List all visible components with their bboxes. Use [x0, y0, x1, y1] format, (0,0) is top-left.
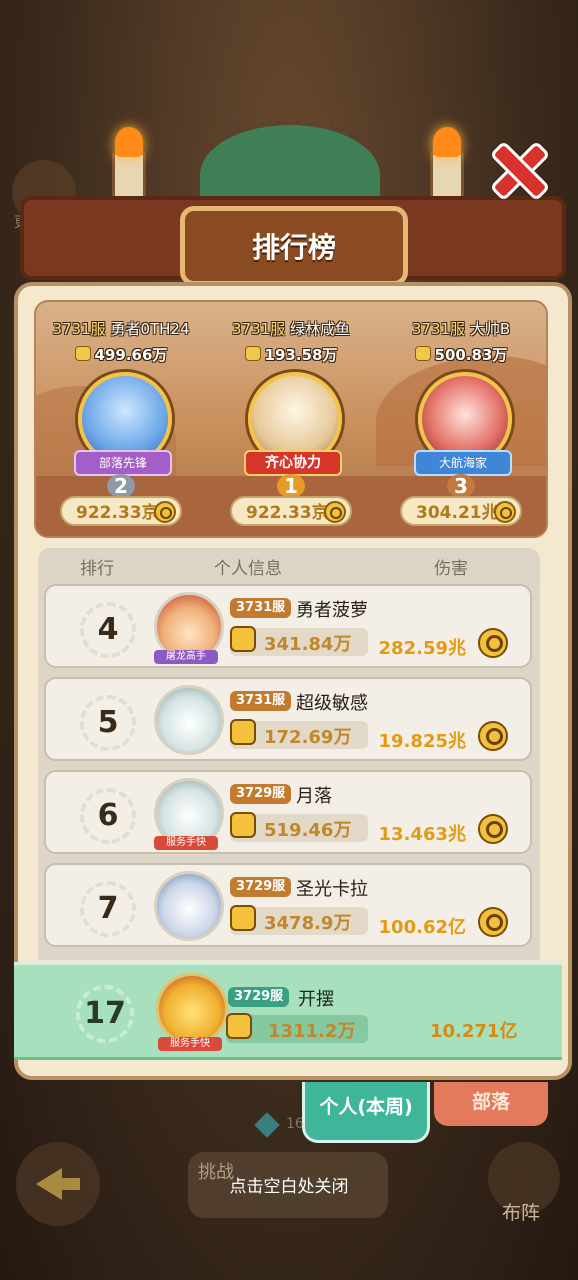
damage-value: 282.59兆 — [378, 638, 466, 659]
list-item[interactable]: 4 屠龙高手 3731服 勇者菠萝 341.84万 282.59兆 — [44, 584, 532, 668]
list-item[interactable]: 7 3729服 圣光卡拉 3478.9万 100.62亿 — [44, 863, 532, 947]
power-value: 172.69万 — [264, 727, 352, 748]
server-badge: 3729服 — [228, 987, 290, 1007]
player-name: 大帅B — [469, 320, 511, 338]
fist-icon — [74, 346, 91, 361]
formation-label: 布阵 — [502, 1202, 541, 1224]
close-icon[interactable] — [490, 142, 542, 194]
server-badge: 3731服 — [230, 598, 292, 618]
server-label: 3731服 — [52, 320, 106, 338]
rank-number: 7 — [80, 881, 136, 937]
page-title: 排行榜 — [251, 231, 336, 264]
my-rank-row[interactable]: 17 服务手快 3729服 开摆 1311.2万 10.271亿 — [14, 962, 562, 1060]
info-column-header: 个人信息 — [214, 559, 282, 579]
tab-tribe[interactable]: 部落 — [434, 1082, 548, 1126]
server-label: 3731服 — [411, 320, 466, 338]
magnifier-icon[interactable] — [494, 501, 516, 523]
server-label: 3731服 — [232, 320, 286, 338]
power-value: 341.84万 — [264, 634, 352, 655]
power-box: 341.84万 — [230, 626, 368, 656]
top-rank-3[interactable]: 3731服 大帅B 500.83万 大航海家 3 304.21兆 — [376, 302, 546, 536]
title-tag: 服务手快 — [154, 836, 218, 850]
power-value: 3478.9万 — [264, 913, 352, 934]
power-box: 3478.9万 — [230, 905, 368, 935]
damage-value: 10.271亿 — [430, 1021, 518, 1042]
header-plaque: 排行榜 — [180, 206, 408, 286]
title-tag: 服务手快 — [158, 1037, 222, 1051]
power-value: 519.46万 — [264, 820, 352, 841]
title-tag: 部落先锋 — [74, 450, 172, 476]
ranking-list[interactable]: 4 屠龙高手 3731服 勇者菠萝 341.84万 282.59兆 5 3731… — [38, 580, 540, 960]
magnifier-icon[interactable] — [154, 501, 176, 523]
fist-icon — [414, 346, 431, 361]
list-item[interactable]: 5 3731服 超级敏感 172.69万 19.825兆 — [44, 677, 532, 761]
damage-pill[interactable]: 922.33京 — [60, 496, 182, 526]
title-tag: 大航海家 — [414, 450, 512, 476]
damage-pill[interactable]: 304.21兆 — [400, 496, 522, 526]
player-name: 开摆 — [298, 989, 334, 1010]
tab-personal-weekly[interactable]: 个人(本周) — [302, 1082, 430, 1143]
fist-icon — [230, 905, 256, 931]
magnifier-icon[interactable] — [478, 814, 508, 844]
power-value: 499.66万 — [94, 346, 168, 364]
rank-badge: 3 — [447, 474, 475, 498]
player-name: 圣光卡拉 — [296, 879, 368, 900]
damage-pill[interactable]: 922.33京 — [230, 496, 352, 526]
damage-value: 13.463兆 — [378, 824, 466, 845]
top-rank-1[interactable]: 3731服 绿林咸鱼 193.58万 齐心协力 1 922.33京 — [206, 302, 376, 536]
rank-number: 5 — [80, 695, 136, 751]
power-value: 193.58万 — [264, 346, 338, 364]
magnifier-icon[interactable] — [324, 501, 346, 523]
fist-icon — [244, 346, 261, 361]
magnifier-icon[interactable] — [478, 907, 508, 937]
damage-value: 922.33京 — [76, 503, 159, 523]
list-item[interactable]: 6 服务手快 3729服 月落 519.46万 13.463兆 — [44, 770, 532, 854]
power-box: 172.69万 — [230, 719, 368, 749]
fist-icon — [230, 626, 256, 652]
magnifier-icon[interactable] — [478, 721, 508, 751]
damage-value: 19.825兆 — [378, 731, 466, 752]
power-value: 500.83万 — [434, 346, 508, 364]
title-tag: 屠龙高手 — [154, 650, 218, 664]
server-badge: 3729服 — [230, 877, 292, 897]
magnifier-icon[interactable] — [478, 628, 508, 658]
fist-icon — [230, 719, 256, 745]
fist-icon — [230, 812, 256, 838]
power-box: 519.46万 — [230, 812, 368, 842]
damage-value: 100.62亿 — [378, 917, 466, 938]
avatar[interactable] — [156, 973, 228, 1045]
rank-number: 4 — [80, 602, 136, 658]
rank-number: 17 — [76, 985, 134, 1043]
avatar[interactable] — [154, 871, 224, 941]
rank-badge: 1 — [277, 474, 305, 498]
title-tag: 齐心协力 — [244, 450, 342, 476]
top-rank-2[interactable]: 3731服 勇者0TH24 499.66万 部落先锋 2 922.33京 — [36, 302, 206, 536]
player-name: 月落 — [296, 786, 332, 807]
rank-badge: 2 — [107, 474, 135, 498]
player-name: 勇者菠萝 — [296, 600, 368, 621]
rank-number: 6 — [80, 788, 136, 844]
gem-count: 16 — [286, 1116, 304, 1132]
power-box: 1311.2万 — [226, 1013, 368, 1043]
server-badge: 3729服 — [230, 784, 292, 804]
damage-column-header: 伤害 — [434, 559, 468, 579]
server-badge: 3731服 — [230, 691, 292, 711]
player-name: 超级敏感 — [296, 693, 368, 714]
fist-icon — [226, 1013, 252, 1039]
damage-value: 922.33京 — [246, 503, 329, 523]
player-name: 绿林咸鱼 — [289, 320, 350, 338]
avatar[interactable] — [154, 685, 224, 755]
list-header: 排行 个人信息 伤害 — [38, 548, 540, 582]
rank-column-header: 排行 — [80, 559, 114, 579]
damage-value: 304.21兆 — [416, 503, 499, 523]
power-value: 1311.2万 — [268, 1021, 356, 1042]
player-name: 勇者0TH24 — [110, 320, 190, 338]
top3-podium: 3731服 勇者0TH24 499.66万 部落先锋 2 922.33京 373… — [34, 300, 548, 538]
